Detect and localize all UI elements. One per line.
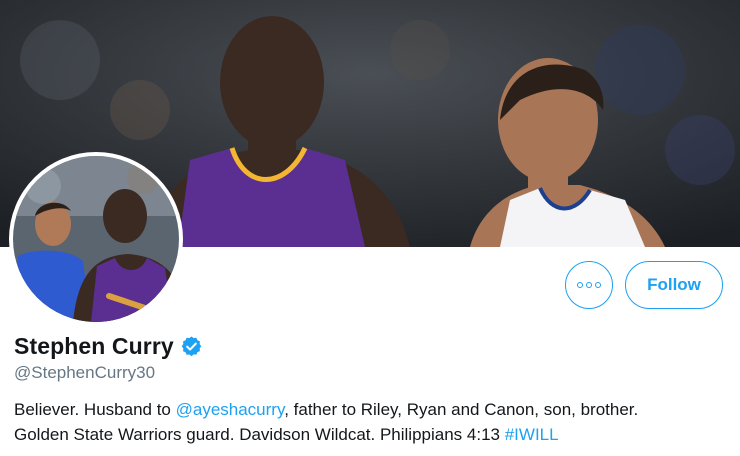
profile-avatar[interactable] (9, 152, 183, 326)
bio-text: Golden State Warriors guard. Davidson Wi… (14, 425, 505, 444)
profile-bio: Believer. Husband to @ayeshacurry, fathe… (14, 397, 734, 447)
bio-text: , father to Riley, Ryan and Canon, son, … (284, 400, 639, 419)
avatar-image (13, 156, 179, 322)
bio-hashtag-link[interactable]: #IWILL (505, 425, 559, 444)
follow-button[interactable]: Follow (625, 261, 723, 309)
profile-handle: @StephenCurry30 (14, 363, 156, 382)
more-horizontal-icon (577, 282, 601, 288)
verified-badge-icon (181, 335, 202, 356)
bio-mention-link[interactable]: @ayeshacurry (176, 400, 285, 419)
profile-name: Stephen Curry (14, 332, 174, 359)
more-options-button[interactable] (565, 261, 613, 309)
bio-text: Believer. Husband to (14, 400, 176, 419)
profile-name-row: Stephen Curry (14, 330, 203, 362)
